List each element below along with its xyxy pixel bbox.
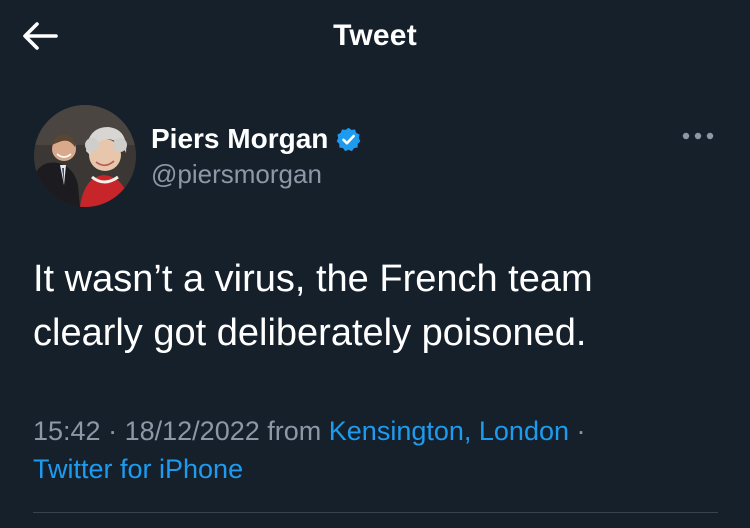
verified-badge-icon[interactable] — [335, 126, 362, 153]
tweet-date[interactable]: 18/12/2022 — [125, 416, 260, 446]
header-bar: Tweet — [0, 0, 750, 76]
divider — [33, 512, 718, 513]
author-info: Piers Morgan @piersmorgan — [151, 121, 362, 190]
more-options-button[interactable] — [676, 122, 720, 152]
tweet-text: It wasn’t a virus, the French team clear… — [33, 258, 593, 354]
more-horizontal-icon — [681, 128, 715, 146]
tweet-time[interactable]: 15:42 — [33, 416, 101, 446]
tweet-location-link[interactable]: Kensington, London — [329, 416, 569, 446]
from-label: from — [267, 416, 322, 446]
author-handle[interactable]: @piersmorgan — [151, 159, 362, 190]
avatar[interactable] — [34, 105, 136, 207]
page-title: Tweet — [333, 19, 417, 52]
tweet-source-link[interactable]: Twitter for iPhone — [33, 454, 243, 484]
tweet-metadata: 15:42 · 18/12/2022 from Kensington, Lond… — [33, 412, 723, 488]
author-name-row: Piers Morgan — [151, 121, 362, 157]
meta-separator: · — [576, 416, 586, 446]
meta-separator: · — [108, 416, 118, 446]
author-display-name[interactable]: Piers Morgan — [151, 123, 328, 155]
